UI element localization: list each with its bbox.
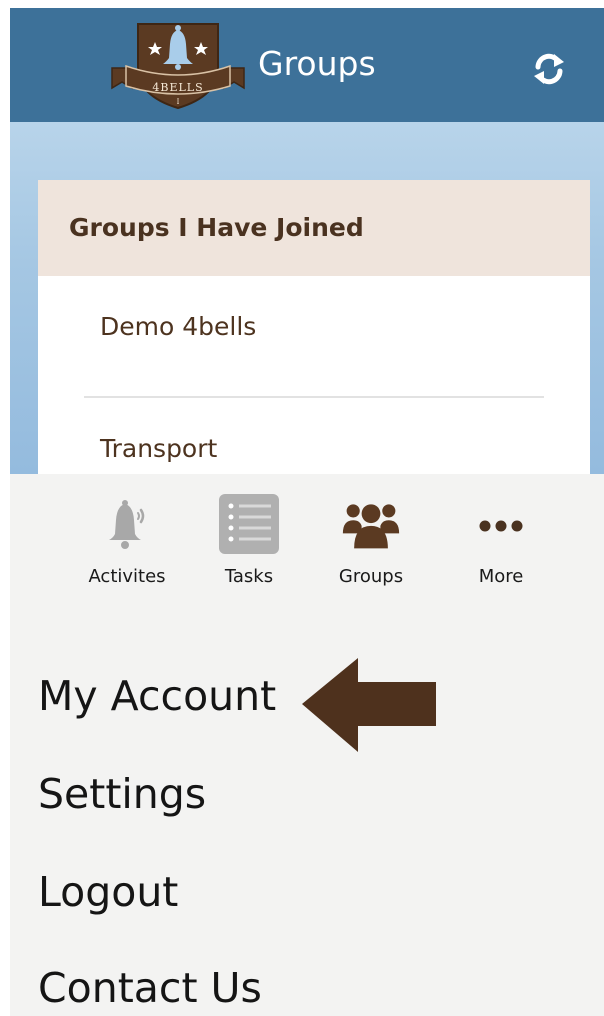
group-item-transport[interactable]: Transport: [100, 434, 217, 463]
groups-card: Groups I Have Joined Demo 4bells Transpo…: [38, 180, 590, 474]
svg-text:I: I: [177, 98, 180, 106]
bell-icon: [109, 500, 145, 549]
group-divider: [84, 396, 544, 398]
tab-label: Activites: [88, 566, 166, 587]
tab-label: More: [478, 566, 524, 587]
menu-item-contact-us[interactable]: Contact Us: [38, 964, 262, 1012]
menu-item-logout[interactable]: Logout: [38, 868, 178, 916]
section-title: Groups I Have Joined: [69, 213, 364, 242]
groups-card-header: Groups I Have Joined: [38, 180, 590, 276]
app-frame: 4BELLS I Groups Groups I Have Joined Dem…: [10, 8, 604, 1016]
app-header: 4BELLS I Groups: [10, 8, 604, 122]
tab-label: Tasks: [224, 566, 274, 587]
tab-label: Groups: [338, 566, 404, 587]
4bells-logo: 4BELLS I: [111, 23, 245, 110]
page-title: Groups: [258, 44, 376, 83]
tab-tasks[interactable]: Tasks: [194, 492, 304, 602]
list-icon: [219, 494, 279, 554]
tab-bar: Activites Tasks Groups More: [10, 474, 604, 604]
svg-text:4BELLS: 4BELLS: [152, 81, 203, 94]
refresh-icon[interactable]: [530, 50, 568, 88]
tab-groups[interactable]: Groups: [316, 492, 426, 602]
groups-content: Groups I Have Joined Demo 4bells Transpo…: [10, 122, 604, 474]
menu-item-my-account[interactable]: My Account: [38, 672, 276, 720]
people-icon: [342, 504, 400, 549]
pointer-arrow-icon: [302, 658, 436, 752]
menu-item-settings[interactable]: Settings: [38, 770, 206, 818]
more-dots-icon: [479, 520, 523, 532]
tab-more[interactable]: More: [446, 492, 556, 602]
group-item-demo-4bells[interactable]: Demo 4bells: [100, 312, 256, 341]
tab-activites[interactable]: Activites: [72, 492, 182, 602]
